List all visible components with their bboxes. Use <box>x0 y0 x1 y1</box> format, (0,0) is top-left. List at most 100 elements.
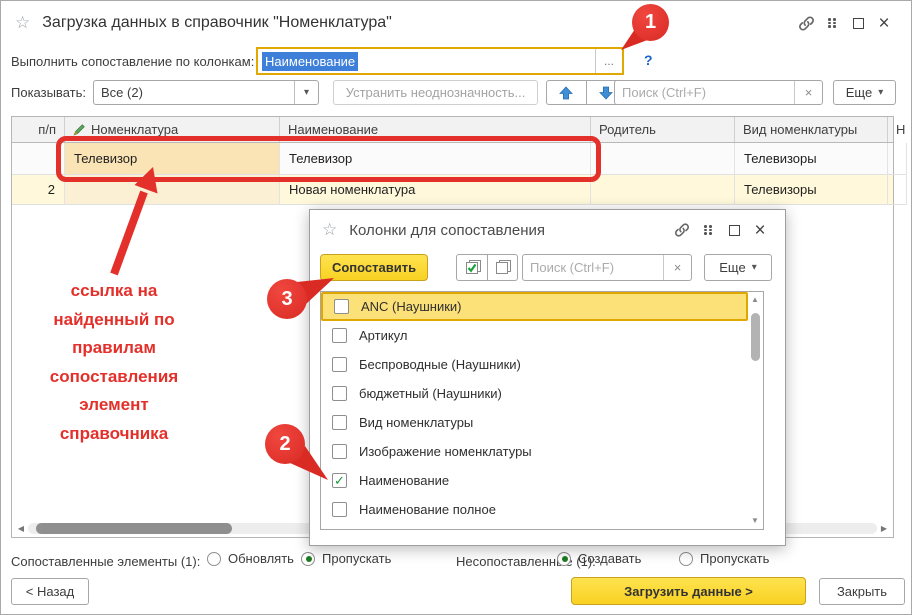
help-icon[interactable]: ? <box>644 52 653 68</box>
column-header-nomenclature[interactable]: Номенклатура <box>65 117 280 142</box>
vertical-scrollbar[interactable]: ▲ ▼ <box>748 293 762 528</box>
cell-truncated[interactable] <box>888 143 907 175</box>
column-header-truncated[interactable]: Н <box>888 117 912 142</box>
radio-create[interactable]: Создавать <box>557 551 641 566</box>
list-item[interactable]: Изображение номенклатуры <box>321 437 763 466</box>
back-button[interactable]: < Назад <box>11 578 89 605</box>
table-row[interactable]: 2 Новая номенклатура Телевизоры <box>12 175 893 205</box>
list-item[interactable]: ✓ Наименование <box>321 466 763 495</box>
radio-icon <box>207 552 221 566</box>
close-icon[interactable]: × <box>747 217 773 243</box>
more-button[interactable]: Еще ▾ <box>704 254 772 281</box>
chevron-down-icon[interactable]: ▾ <box>294 81 318 104</box>
cell-parent[interactable] <box>591 143 735 175</box>
menu-kebab-icon[interactable] <box>695 217 721 243</box>
checkbox[interactable] <box>332 357 347 372</box>
link-icon[interactable] <box>793 10 819 36</box>
uncheck-all-icon[interactable] <box>487 254 518 281</box>
scrollbar-track[interactable] <box>751 307 760 514</box>
list-item[interactable]: Наименование полное <box>321 495 763 524</box>
annotation-marker-2: 2 <box>265 424 305 464</box>
show-label: Показывать: <box>11 85 86 100</box>
list-item[interactable]: бюджетный (Наушники) <box>321 379 763 408</box>
dialog-title-bar: ☆ Колонки для сопоставления × <box>310 210 785 250</box>
check-all-icon[interactable] <box>456 254 487 281</box>
cell-name[interactable]: Новая номенклатура <box>280 175 591 205</box>
search-input[interactable] <box>523 255 663 280</box>
list-item[interactable]: Вид номенклатуры <box>321 408 763 437</box>
arrow-down-icon <box>599 86 613 100</box>
cell-truncated[interactable] <box>888 175 907 205</box>
cell-num[interactable]: 2 <box>12 175 65 205</box>
scrollbar-thumb[interactable] <box>751 313 760 361</box>
show-filter-select[interactable]: Все (2) ▾ <box>93 80 319 105</box>
chevron-down-icon: ▾ <box>878 87 883 98</box>
cell-parent[interactable] <box>591 175 735 205</box>
show-filter-value: Все (2) <box>94 85 294 100</box>
link-icon[interactable] <box>669 217 695 243</box>
dialog-title: Колонки для сопоставления <box>349 222 545 239</box>
cell-nomenclature[interactable]: Телевизор <box>65 143 280 175</box>
column-header-name[interactable]: Наименование <box>280 117 591 142</box>
list-item[interactable]: Артикул <box>321 321 763 350</box>
favorite-star-icon[interactable]: ☆ <box>322 220 337 240</box>
radio-skip-matched[interactable]: Пропускать <box>301 551 391 566</box>
load-data-button[interactable]: Загрузить данные > <box>571 577 806 605</box>
column-header-num[interactable]: п/п <box>12 117 65 142</box>
checkbox[interactable] <box>334 299 349 314</box>
checkbox[interactable] <box>332 502 347 517</box>
more-button[interactable]: Еще ▾ <box>833 80 896 105</box>
scroll-right-icon[interactable]: ▶ <box>877 524 891 533</box>
mapping-columns-label: Выполнить сопоставление по колонкам: <box>11 54 254 69</box>
scroll-left-icon[interactable]: ◀ <box>14 524 28 533</box>
minimize-icon[interactable] <box>721 217 747 243</box>
app-window: ☆ Загрузка данных в справочник "Номенкла… <box>0 0 912 615</box>
mapping-columns-value: Наименование <box>262 52 358 71</box>
radio-skip-unmatched[interactable]: Пропускать <box>679 551 769 566</box>
annotation-marker-3: 3 <box>267 279 307 319</box>
radio-icon <box>557 552 571 566</box>
scroll-down-icon[interactable]: ▼ <box>751 514 759 528</box>
table-row[interactable]: Телевизор Телевизор Телевизоры <box>12 143 893 175</box>
column-header-kind[interactable]: Вид номенклатуры <box>735 117 888 142</box>
radio-update[interactable]: Обновлять <box>207 551 294 566</box>
favorite-star-icon[interactable]: ☆ <box>15 13 30 33</box>
close-button[interactable]: Закрыть <box>819 578 905 605</box>
minimize-icon[interactable] <box>845 10 871 36</box>
annotation-marker-1: 1 <box>632 4 669 41</box>
pencil-icon <box>73 123 86 136</box>
search-clear-icon[interactable]: × <box>794 81 822 104</box>
annotation-note: ссылка на найденный по правилам сопостав… <box>19 277 209 448</box>
list-item[interactable]: ANC (Наушники) <box>321 292 748 321</box>
list-item[interactable]: Беспроводные (Наушники) <box>321 350 763 379</box>
cell-kind[interactable]: Телевизоры <box>735 175 888 205</box>
menu-kebab-icon[interactable] <box>819 10 845 36</box>
cell-kind[interactable]: Телевизоры <box>735 143 888 175</box>
cell-num[interactable] <box>12 143 65 175</box>
checkbox[interactable] <box>332 386 347 401</box>
radio-icon <box>301 552 315 566</box>
main-search: × <box>614 80 823 105</box>
map-button[interactable]: Сопоставить <box>320 254 428 281</box>
scrollbar-thumb[interactable] <box>36 523 232 534</box>
matched-elements-label: Сопоставленные элементы (1): <box>11 554 200 569</box>
close-icon[interactable]: × <box>871 10 897 36</box>
mapping-columns-input[interactable]: Наименование ... <box>256 47 624 75</box>
scroll-up-icon[interactable]: ▲ <box>751 293 759 307</box>
choose-columns-button[interactable]: ... <box>595 49 622 73</box>
cell-name[interactable]: Телевизор <box>280 143 591 175</box>
columns-list: ANC (Наушники) Артикул Беспроводные (Нау… <box>320 291 764 530</box>
page-title: Загрузка данных в справочник "Номенклату… <box>42 14 392 32</box>
search-input[interactable] <box>615 81 794 104</box>
checkbox-checked[interactable]: ✓ <box>332 473 347 488</box>
checkbox[interactable] <box>332 328 347 343</box>
search-clear-icon[interactable]: × <box>663 255 691 280</box>
move-up-button[interactable] <box>546 80 586 105</box>
disambiguate-button[interactable]: Устранить неоднозначность... <box>333 80 538 105</box>
checkbox[interactable] <box>332 444 347 459</box>
column-header-parent[interactable]: Родитель <box>591 117 735 142</box>
dialog-search: × <box>522 254 692 281</box>
checkbox[interactable] <box>332 415 347 430</box>
radio-icon <box>679 552 693 566</box>
cell-nomenclature[interactable] <box>65 175 280 205</box>
